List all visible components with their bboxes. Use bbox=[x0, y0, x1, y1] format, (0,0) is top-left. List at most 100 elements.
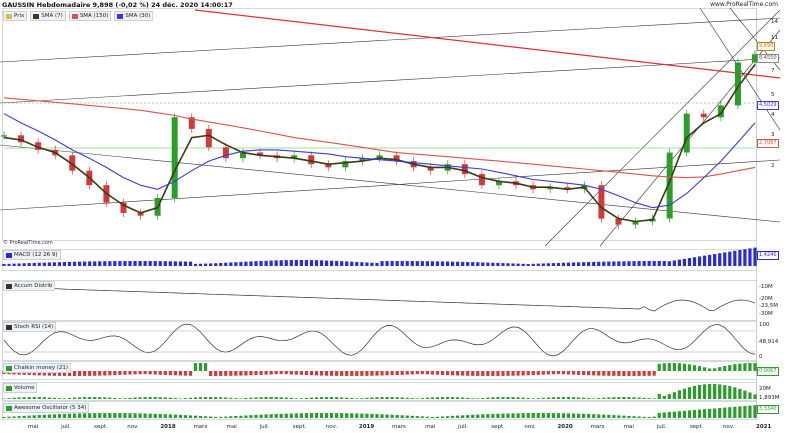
volume-bar bbox=[380, 397, 384, 399]
volume-bar bbox=[330, 397, 334, 399]
volume-bar bbox=[269, 397, 273, 399]
pane-frame bbox=[2, 280, 757, 321]
ao-bar bbox=[319, 413, 324, 418]
volume-bar bbox=[481, 397, 485, 399]
ao-bar bbox=[219, 416, 223, 418]
chaikin-bar bbox=[496, 371, 500, 376]
price-tick: 2 bbox=[771, 163, 775, 169]
macd-bar bbox=[743, 249, 747, 266]
volume-bar bbox=[143, 397, 147, 399]
volume-bar bbox=[400, 397, 404, 399]
volume-bar bbox=[667, 394, 671, 399]
chaikin-bar bbox=[360, 371, 364, 376]
volume-bar bbox=[677, 390, 681, 399]
macd-bar bbox=[486, 262, 490, 266]
macd-label[interactable]: MACD (12 26 9) bbox=[3, 250, 61, 260]
ao-bar bbox=[511, 413, 515, 418]
ao-bar bbox=[314, 413, 319, 418]
macd-bar bbox=[697, 256, 702, 266]
chaikin-bar bbox=[576, 371, 581, 375]
macd-bar bbox=[193, 263, 198, 266]
macd-bar bbox=[627, 261, 631, 266]
volume-bar bbox=[72, 397, 77, 399]
legend-sma7[interactable]: SMA (7) bbox=[30, 11, 66, 21]
macd-bar bbox=[355, 261, 359, 266]
ao-bar bbox=[400, 415, 404, 418]
macd-bar bbox=[526, 263, 530, 266]
volume-bar bbox=[410, 398, 414, 399]
legend-prix[interactable]: Prix bbox=[3, 11, 28, 21]
rsi-tick: 100 bbox=[759, 322, 770, 328]
macd-bar bbox=[612, 261, 616, 266]
chaikin-bar bbox=[183, 371, 188, 376]
x-tick-label: juil. bbox=[61, 424, 71, 430]
chaikin-label[interactable]: Chaikin money (21) bbox=[3, 363, 72, 373]
macd-bar bbox=[234, 262, 238, 266]
legend-sma150[interactable]: SMA (150) bbox=[68, 11, 112, 21]
ao-bar bbox=[723, 407, 727, 418]
ao-bar bbox=[682, 410, 687, 418]
chaikin-bar bbox=[511, 371, 515, 376]
rsi-label[interactable]: Stoch RSI (14) bbox=[3, 322, 57, 332]
macd-bar bbox=[566, 262, 571, 266]
macd-bar bbox=[672, 260, 676, 266]
volume-bar bbox=[536, 398, 540, 399]
ao-bar bbox=[395, 414, 399, 418]
volume-bar bbox=[340, 397, 344, 399]
ao-bar bbox=[350, 413, 354, 418]
macd-bar bbox=[667, 261, 671, 266]
volume-bar bbox=[617, 397, 621, 399]
pane-frame bbox=[2, 8, 757, 241]
chaikin-bar bbox=[450, 371, 455, 376]
macd-bar bbox=[239, 261, 243, 266]
volume-bar bbox=[556, 397, 561, 399]
ao-bar bbox=[304, 413, 309, 418]
ao-bar bbox=[284, 413, 288, 418]
macd-bar bbox=[728, 251, 732, 266]
ao-bar bbox=[370, 413, 374, 418]
ao-bar bbox=[481, 414, 485, 418]
ao-bar bbox=[178, 414, 183, 418]
volume-bar bbox=[57, 398, 62, 399]
ao-bar bbox=[123, 413, 127, 418]
ao-bar bbox=[582, 413, 586, 418]
volume-bar bbox=[178, 398, 183, 399]
volume-bar bbox=[435, 397, 440, 399]
macd-bar bbox=[587, 262, 591, 266]
ao-bar bbox=[22, 415, 26, 418]
volume-bar bbox=[345, 397, 349, 399]
legend-sma30[interactable]: SMA (30) bbox=[114, 11, 154, 21]
macd-bar bbox=[204, 263, 208, 266]
volume-label[interactable]: Volume bbox=[3, 383, 38, 393]
ao-bar bbox=[88, 413, 92, 418]
volume-bar bbox=[637, 397, 641, 399]
macd-bar bbox=[128, 261, 132, 266]
macd-bar bbox=[592, 261, 596, 266]
pane-swatch bbox=[6, 405, 12, 411]
chaikin-bar bbox=[314, 371, 319, 376]
price-tick: 11 bbox=[771, 35, 778, 41]
chaikin-bar bbox=[702, 367, 707, 371]
chaikin-bar bbox=[168, 371, 172, 376]
accum-line bbox=[3, 286, 756, 312]
accum-label[interactable]: Accum Distrib bbox=[3, 281, 56, 291]
macd-bar bbox=[37, 262, 41, 266]
volume-bar bbox=[12, 397, 16, 399]
ao-bar bbox=[718, 408, 722, 418]
volume-bar bbox=[355, 398, 359, 399]
macd-bar bbox=[713, 254, 717, 266]
chaikin-bar bbox=[108, 371, 112, 376]
chaikin-bar bbox=[93, 371, 97, 376]
volume-bar bbox=[405, 397, 409, 399]
chaikin-bar bbox=[662, 363, 666, 371]
chaikin-bar bbox=[440, 371, 445, 375]
chaikin-bar bbox=[516, 371, 520, 376]
ao-label[interactable]: Awesome Oscillator (5 34) bbox=[3, 403, 90, 413]
volume-bar bbox=[370, 397, 374, 399]
macd-bar bbox=[410, 261, 414, 266]
volume-bar bbox=[632, 397, 636, 399]
chaikin-bar bbox=[571, 371, 576, 375]
ao-bar bbox=[168, 414, 172, 418]
chaikin-bar bbox=[622, 371, 626, 376]
ao-bar bbox=[526, 413, 530, 418]
